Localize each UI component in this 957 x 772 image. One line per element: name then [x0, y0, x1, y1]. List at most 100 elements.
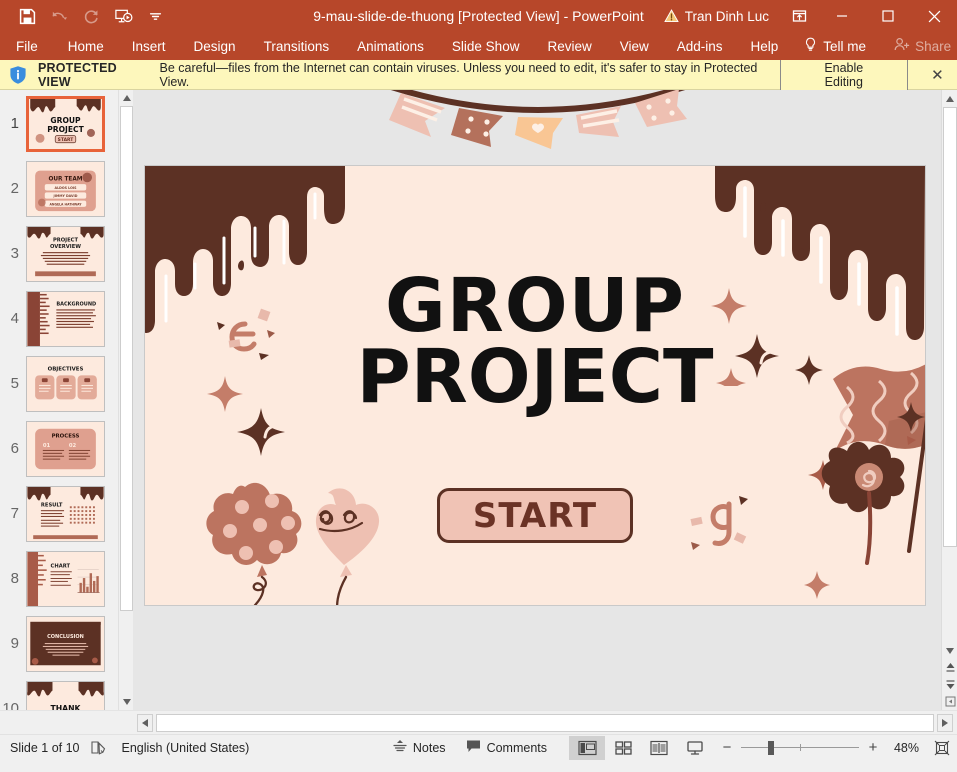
thumbnail-item-5[interactable]: 5 OBJECTIVES — [0, 356, 118, 412]
thumbnail-preview[interactable]: OBJECTIVES — [26, 356, 105, 412]
maximize-button[interactable] — [865, 0, 911, 32]
svg-text:01: 01 — [43, 443, 51, 449]
minimize-button[interactable] — [819, 0, 865, 32]
zoom-slider-handle[interactable] — [768, 741, 774, 755]
scroll-thumb[interactable] — [943, 107, 957, 547]
redo-icon[interactable] — [76, 3, 106, 29]
slide-menu-icon[interactable] — [942, 693, 957, 710]
spell-check-icon[interactable] — [90, 735, 112, 760]
svg-text:START: START — [58, 137, 75, 143]
close-button[interactable] — [911, 0, 957, 32]
language-status[interactable]: English (United States) — [112, 735, 260, 760]
previous-slide-icon[interactable] — [942, 659, 957, 676]
scroll-track[interactable] — [942, 107, 957, 624]
share-person-icon — [894, 37, 910, 55]
language-label: English (United States) — [122, 741, 250, 755]
zoom-slider[interactable] — [741, 740, 859, 756]
customize-qat-icon[interactable] — [140, 3, 170, 29]
slide-sorter-view-button[interactable] — [605, 736, 641, 760]
thumbnail-item-9[interactable]: 9 CONCLUSION — [0, 616, 118, 672]
close-protected-view-icon[interactable]: ✕ — [926, 66, 949, 84]
thumbnail-preview[interactable]: PROCESS 01 02 — [26, 421, 105, 477]
thumbnail-number: 10 — [0, 681, 26, 710]
slide-counter[interactable]: Slide 1 of 10 — [0, 735, 90, 760]
tab-design[interactable]: Design — [180, 32, 250, 60]
svg-text:OBJECTIVES: OBJECTIVES — [48, 367, 84, 373]
next-slide-icon[interactable] — [942, 676, 957, 693]
scroll-down-icon[interactable] — [942, 642, 957, 659]
tab-review[interactable]: Review — [533, 32, 605, 60]
thumbnail-scroll-down-icon[interactable] — [119, 694, 133, 710]
h-scroll-thumb[interactable] — [156, 714, 934, 732]
zoom-out-button[interactable]: − — [721, 739, 733, 756]
slide-title[interactable]: GROUP PROJECT — [145, 271, 925, 413]
tab-transitions[interactable]: Transitions — [250, 32, 344, 60]
svg-text:BACKGROUND: BACKGROUND — [56, 302, 96, 308]
h-scroll-track[interactable] — [156, 714, 934, 732]
thumbnail-preview[interactable]: OUR TEAM ALDOS LOIS JIMMY DAVID ANGELA H… — [26, 161, 105, 217]
svg-text:PROJECT: PROJECT — [53, 237, 78, 243]
thumbnail-preview[interactable]: RESULT — [26, 486, 105, 542]
thumbnail-item-7[interactable]: 7 RESULT — [0, 486, 118, 542]
thumbnail-number: 5 — [0, 356, 26, 412]
undo-icon[interactable] — [44, 3, 74, 29]
thumbnail-scrollbar[interactable] — [118, 90, 133, 710]
thumbnail-scroll-up-icon[interactable] — [119, 90, 133, 106]
notes-button[interactable]: Notes — [383, 735, 456, 760]
slide-horizontal-scrollbar[interactable] — [0, 710, 957, 734]
status-bar: Slide 1 of 10 English (United States) No… — [0, 734, 957, 760]
normal-view-button[interactable] — [569, 736, 605, 760]
tab-insert[interactable]: Insert — [118, 32, 180, 60]
thumbnail-preview[interactable]: BACKGROUND — [26, 291, 105, 347]
thumbnail-item-1[interactable]: 1 GROUP PROJECT START — [0, 96, 118, 152]
tab-file[interactable]: File — [0, 32, 54, 60]
svg-text:JIMMY DAVID: JIMMY DAVID — [53, 194, 78, 198]
enable-editing-button[interactable]: Enable Editing — [780, 57, 908, 93]
thumbnail-item-6[interactable]: 6 PROCESS 01 02 — [0, 421, 118, 477]
reading-view-button[interactable] — [641, 736, 677, 760]
notes-icon — [393, 739, 407, 756]
user-account[interactable]: Tran Dinh Luc — [654, 0, 779, 32]
thumbnail-preview[interactable]: CHART — [26, 551, 105, 607]
thumbnail-preview[interactable]: CONCLUSION — [26, 616, 105, 672]
tab-view[interactable]: View — [606, 32, 663, 60]
ribbon-display-options-icon[interactable] — [779, 0, 819, 32]
thumbnail-item-8[interactable]: 8 CHART — [0, 551, 118, 607]
slide-show-view-button[interactable] — [677, 736, 713, 760]
thumbnail-preview[interactable]: GROUP PROJECT START — [26, 96, 105, 152]
thumbnail-item-4[interactable]: 4 BACKGROUND — [0, 291, 118, 347]
zoom-level-label[interactable]: 48% — [887, 741, 919, 755]
thumbnail-number: 8 — [0, 551, 26, 607]
zoom-control[interactable]: − + 48% — [713, 739, 927, 756]
slide-vertical-scrollbar[interactable] — [941, 90, 957, 710]
start-button-shape[interactable]: START — [437, 488, 633, 543]
scroll-up-icon[interactable] — [942, 90, 957, 107]
tab-add-ins[interactable]: Add-ins — [663, 32, 737, 60]
thumbnail-item-2[interactable]: 2 OUR TEAM ALDOS LOIS JIMMY DAVID ANGELA… — [0, 161, 118, 217]
thumbnail-item-3[interactable]: 3 PROJECT OVERVIEW — [0, 226, 118, 282]
thumbnail-preview[interactable]: THANK YOU — [26, 681, 105, 710]
svg-text:OVERVIEW: OVERVIEW — [50, 244, 81, 250]
scroll-right-icon[interactable] — [937, 714, 953, 732]
slide-canvas[interactable]: GROUP PROJECT START — [145, 166, 925, 605]
thumbnail-preview[interactable]: PROJECT OVERVIEW — [26, 226, 105, 282]
tab-home[interactable]: Home — [54, 32, 118, 60]
zoom-in-button[interactable]: + — [867, 739, 879, 756]
save-icon[interactable] — [12, 3, 42, 29]
tab-slide-show[interactable]: Slide Show — [438, 32, 534, 60]
squiggle-g-decoration — [675, 486, 765, 569]
thumbnail-item-10[interactable]: 10 THANK YOU — [0, 681, 118, 710]
start-presentation-icon[interactable] — [108, 3, 138, 29]
comments-button[interactable]: Comments — [456, 735, 557, 760]
thumbnail-scroll-thumb[interactable] — [120, 106, 133, 611]
tab-help[interactable]: Help — [737, 32, 793, 60]
protected-view-bar: PROTECTED VIEW Be careful—files from the… — [0, 60, 957, 90]
balloons-decoration — [200, 481, 400, 605]
thumbnail-list: 1 GROUP PROJECT START — [0, 90, 118, 710]
slide-counter-label: Slide 1 of 10 — [10, 741, 80, 755]
share-button[interactable]: Share — [878, 32, 957, 60]
scroll-left-icon[interactable] — [137, 714, 153, 732]
fit-slide-to-window-icon[interactable] — [927, 740, 957, 756]
tell-me-search[interactable]: Tell me — [792, 32, 878, 60]
tab-animations[interactable]: Animations — [343, 32, 438, 60]
